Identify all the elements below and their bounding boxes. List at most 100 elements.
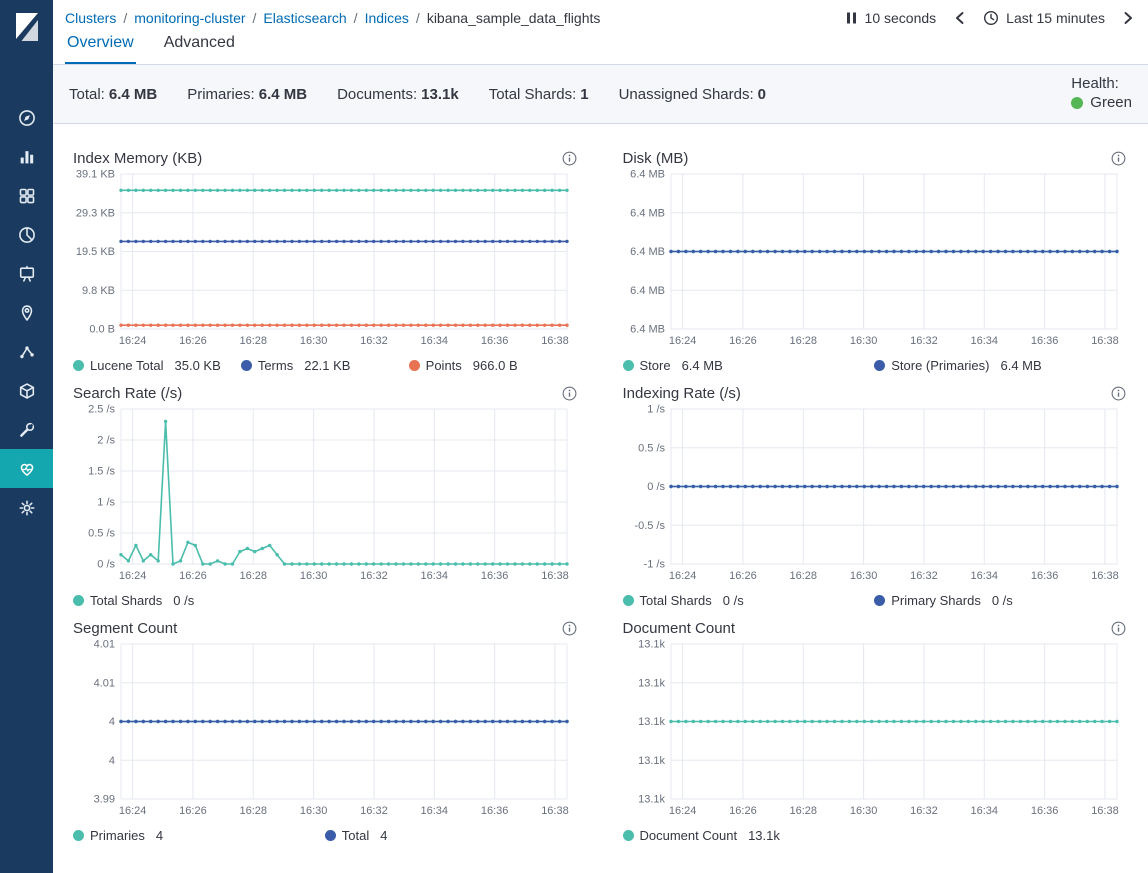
- chart-title: Segment Count: [73, 620, 177, 637]
- summary-stat-label: Total:: [69, 86, 105, 103]
- legend-series-value: 4: [156, 828, 163, 843]
- sidebar-item-dashboard[interactable]: [0, 176, 53, 215]
- svg-text:1.5 /s: 1.5 /s: [88, 466, 115, 478]
- chart-plot: 0 /s0.5 /s1 /s1.5 /s2 /s2.5 /s16:2416:26…: [73, 404, 577, 593]
- legend-series-value: 6.4 MB: [1001, 358, 1042, 373]
- sidebar-item-management[interactable]: [0, 488, 53, 527]
- sidebar-item-infrastructure[interactable]: [0, 371, 53, 410]
- legend-item[interactable]: Points966.0 B: [409, 358, 577, 373]
- sidebar-item-canvas[interactable]: [0, 254, 53, 293]
- svg-text:13.1k: 13.1k: [638, 716, 665, 728]
- kibana-logo[interactable]: [0, 0, 53, 42]
- legend-series-name: Total Shards: [90, 593, 162, 608]
- svg-text:0 /s: 0 /s: [647, 481, 665, 493]
- legend-item[interactable]: Primary Shards0 /s: [874, 593, 1126, 608]
- legend-item[interactable]: Total Shards 0 /s: [73, 593, 577, 608]
- svg-text:6.4 MB: 6.4 MB: [630, 169, 665, 181]
- svg-text:16:34: 16:34: [421, 570, 449, 582]
- main-content: Clusters/monitoring-cluster/Elasticsearc…: [53, 0, 1148, 873]
- sidebar-item-maps[interactable]: [0, 293, 53, 332]
- legend-dot-icon: [73, 595, 84, 606]
- svg-text:16:28: 16:28: [789, 335, 817, 347]
- sidebar-item-monitoring[interactable]: [0, 449, 53, 488]
- health-label: Health:: [1071, 75, 1132, 94]
- legend-series-value: 0 /s: [723, 593, 744, 608]
- legend-item[interactable]: Lucene Total 35.0 KB: [73, 358, 241, 373]
- pause-icon: [845, 11, 858, 25]
- svg-text:16:32: 16:32: [360, 570, 388, 582]
- svg-text:3.99: 3.99: [94, 794, 115, 806]
- health-value: Green: [1090, 94, 1132, 113]
- info-icon[interactable]: [562, 621, 577, 636]
- svg-text:16:36: 16:36: [481, 805, 509, 817]
- svg-text:16:38: 16:38: [541, 335, 569, 347]
- sidebar-item-discover[interactable]: [0, 98, 53, 137]
- legend-series-value: 4: [380, 828, 387, 843]
- summary-stat: Total Shards:1: [489, 86, 589, 103]
- chart-plot: 6.4 MB6.4 MB6.4 MB6.4 MB6.4 MB16:2416:26…: [623, 169, 1127, 358]
- info-icon[interactable]: [562, 386, 577, 401]
- legend-item[interactable]: Total4: [325, 828, 577, 843]
- legend-series-value: 6.4 MB: [682, 358, 723, 373]
- breadcrumb-item[interactable]: Clusters: [65, 10, 116, 26]
- legend-series-value: 35.0 KB: [175, 358, 221, 373]
- svg-text:0.0 B: 0.0 B: [89, 324, 115, 336]
- info-icon[interactable]: [1111, 621, 1126, 636]
- svg-text:13.1k: 13.1k: [638, 677, 665, 689]
- sidebar-item-visualize[interactable]: [0, 137, 53, 176]
- svg-text:16:38: 16:38: [1091, 805, 1119, 817]
- breadcrumb-item[interactable]: monitoring-cluster: [134, 10, 245, 26]
- legend-series-name: Lucene Total: [90, 358, 164, 373]
- summary-stat: Total:6.4 MB: [69, 86, 157, 103]
- sidebar-item-timelion[interactable]: [0, 215, 53, 254]
- chart-legend: Lucene Total 35.0 KB Terms22.1 KBPoints966…: [73, 358, 577, 373]
- tab-overview[interactable]: Overview: [65, 28, 136, 64]
- breadcrumb-item[interactable]: Elasticsearch: [263, 10, 346, 26]
- legend-item[interactable]: Document Count13.1k: [623, 828, 1127, 843]
- legend-item[interactable]: Store6.4 MB: [623, 358, 875, 373]
- time-forward-button[interactable]: [1123, 11, 1134, 25]
- svg-text:16:32: 16:32: [360, 805, 388, 817]
- sidebar-item-machine-learning[interactable]: [0, 332, 53, 371]
- legend-item[interactable]: Terms22.1 KB: [241, 358, 409, 373]
- svg-text:16:24: 16:24: [119, 805, 147, 817]
- health-indicator-icon: [1071, 97, 1083, 109]
- legend-series-value: 0 /s: [173, 593, 194, 608]
- svg-text:16:30: 16:30: [300, 335, 328, 347]
- svg-text:16:26: 16:26: [179, 570, 207, 582]
- svg-text:0.5 /s: 0.5 /s: [638, 442, 665, 454]
- legend-series-name: Store (Primaries): [891, 358, 989, 373]
- time-range-button[interactable]: Last 15 minutes: [983, 10, 1105, 26]
- legend-series-name: Primaries: [90, 828, 145, 843]
- summary-stat-value: 6.4 MB: [109, 86, 157, 103]
- svg-text:6.4 MB: 6.4 MB: [630, 285, 665, 297]
- legend-series-value: 966.0 B: [473, 358, 518, 373]
- breadcrumb-item[interactable]: Indices: [365, 10, 409, 26]
- svg-text:16:30: 16:30: [849, 335, 877, 347]
- summary-bar: Total:6.4 MBPrimaries:6.4 MBDocuments:13…: [53, 64, 1148, 124]
- chart-canvas: 0 /s0.5 /s1 /s1.5 /s2 /s2.5 /s16:2416:26…: [73, 404, 576, 588]
- time-back-button[interactable]: [954, 11, 965, 25]
- heartbeat-icon: [18, 460, 36, 478]
- legend-item[interactable]: Primaries 4: [73, 828, 325, 843]
- breadcrumb-separator: /: [354, 10, 358, 26]
- svg-text:16:28: 16:28: [789, 805, 817, 817]
- info-icon[interactable]: [1111, 386, 1126, 401]
- info-icon[interactable]: [1111, 151, 1126, 166]
- svg-text:2 /s: 2 /s: [97, 435, 115, 447]
- chart-canvas: 6.4 MB6.4 MB6.4 MB6.4 MB6.4 MB16:2416:26…: [623, 169, 1126, 353]
- legend-item[interactable]: Total Shards0 /s: [623, 593, 875, 608]
- info-icon[interactable]: [562, 151, 577, 166]
- wrench-icon: [18, 421, 36, 439]
- chart-search-rate: Search Rate (/s) 0 /s0.5 /s1 /s1.5 /s2 /…: [73, 385, 577, 608]
- tab-advanced[interactable]: Advanced: [162, 28, 237, 64]
- summary-stat-label: Primaries:: [187, 86, 255, 103]
- chart-plot: 3.99444.014.0116:2416:2616:2816:3016:321…: [73, 639, 577, 828]
- sidebar-item-dev-tools[interactable]: [0, 410, 53, 449]
- legend-series-value: 0 /s: [992, 593, 1013, 608]
- pause-refresh-button[interactable]: 10 seconds: [845, 10, 937, 26]
- chart-canvas: -1 /s-0.5 /s0 /s0.5 /s1 /s16:2416:2616:2…: [623, 404, 1126, 588]
- tabs: Overview Advanced: [53, 28, 1148, 64]
- svg-text:16:30: 16:30: [849, 805, 877, 817]
- legend-item[interactable]: Store (Primaries) 6.4 MB: [874, 358, 1126, 373]
